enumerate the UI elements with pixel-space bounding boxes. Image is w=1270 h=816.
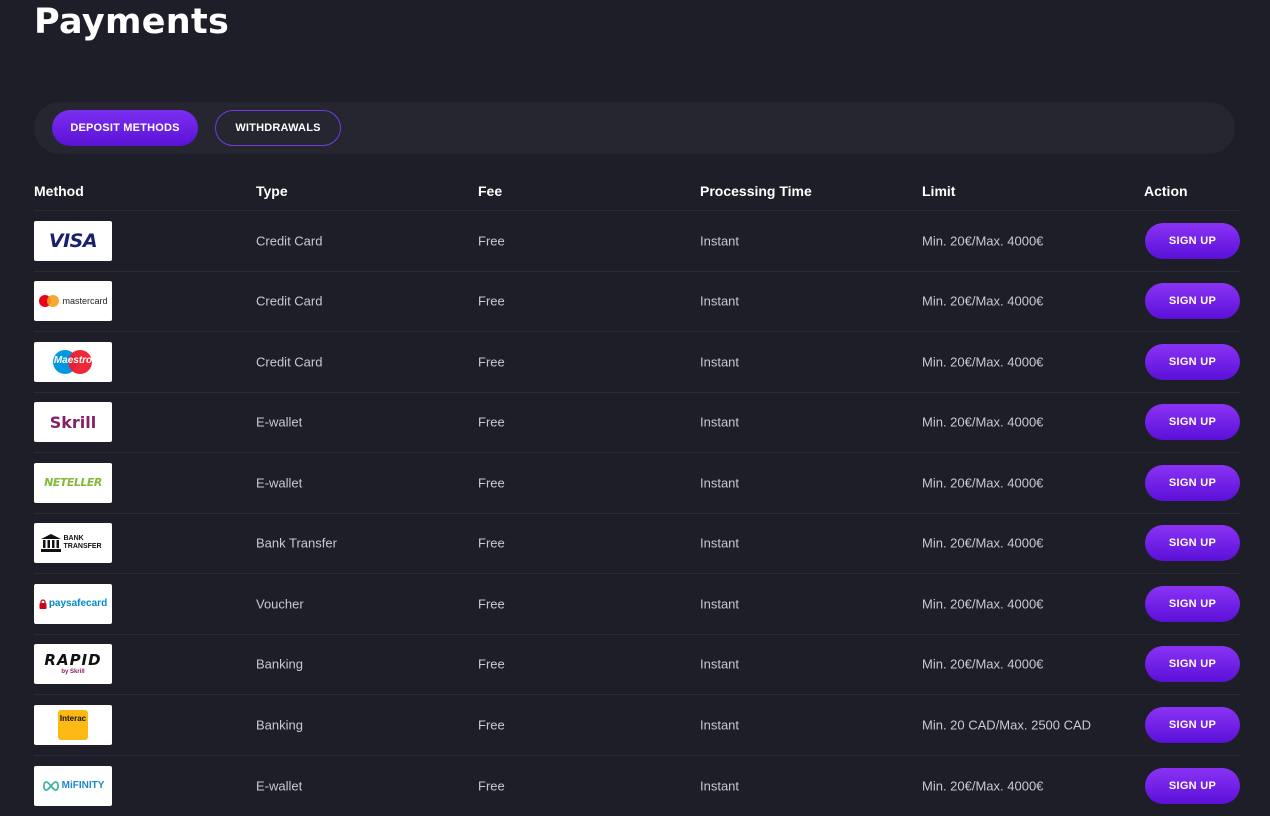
header-limit: Limit [922, 183, 955, 199]
mastercard-logo-text: mastercard [62, 296, 107, 306]
neteller-logo-text: NETELLER [44, 476, 102, 489]
table-row: MiFINITY E-wallet Free Instant Min. 20€/… [34, 756, 1240, 816]
tab-withdrawals[interactable]: WITHDRAWALS [215, 110, 341, 146]
time-cell: Instant [700, 415, 739, 430]
sign-up-button[interactable]: SIGN UP [1145, 768, 1240, 804]
fee-cell: Free [478, 717, 505, 732]
maestro-circles-icon: Maestro [53, 349, 93, 375]
time-cell: Instant [700, 233, 739, 248]
sign-up-button[interactable]: SIGN UP [1145, 586, 1240, 622]
fee-cell: Free [478, 415, 505, 430]
time-cell: Instant [700, 354, 739, 369]
limit-cell: Min. 20€/Max. 4000€ [922, 233, 1043, 248]
fee-cell: Free [478, 778, 505, 793]
sign-up-button[interactable]: SIGN UP [1145, 465, 1240, 501]
type-cell: E-wallet [256, 415, 302, 430]
type-cell: E-wallet [256, 475, 302, 490]
lock-icon [39, 599, 47, 609]
table-row: VISA Credit Card Free Instant Min. 20€/M… [34, 211, 1240, 272]
limit-cell: Min. 20€/Max. 4000€ [922, 354, 1043, 369]
table-row: paysafecard Voucher Free Instant Min. 20… [34, 574, 1240, 635]
mastercard-logo: mastercard [34, 281, 112, 321]
rapid-logo: RAPID by Skrill [34, 644, 112, 684]
header-method: Method [34, 183, 84, 199]
limit-cell: Min. 20€/Max. 4000€ [922, 415, 1043, 430]
limit-cell: Min. 20€/Max. 4000€ [922, 475, 1043, 490]
bank-transfer-logo-text: BANK TRANSFER [64, 535, 106, 551]
rapid-logo-text: RAPID [44, 653, 101, 668]
sign-up-button[interactable]: SIGN UP [1145, 707, 1240, 743]
mastercard-circles-icon [38, 294, 60, 308]
fee-cell: Free [478, 536, 505, 551]
header-processing-time: Processing Time [700, 183, 812, 199]
paysafecard-logo: paysafecard [34, 584, 112, 624]
fee-cell: Free [478, 233, 505, 248]
table-row: Skrill E-wallet Free Instant Min. 20€/Ma… [34, 393, 1240, 454]
time-cell: Instant [700, 717, 739, 732]
table-row: Maestro Credit Card Free Instant Min. 20… [34, 332, 1240, 393]
fee-cell: Free [478, 354, 505, 369]
table-row: mastercard Credit Card Free Instant Min.… [34, 272, 1240, 333]
sign-up-button[interactable]: SIGN UP [1145, 344, 1240, 380]
maestro-logo: Maestro [34, 342, 112, 382]
limit-cell: Min. 20€/Max. 4000€ [922, 294, 1043, 309]
type-cell: Voucher [256, 596, 304, 611]
rapid-logo-subtext: by Skrill [61, 668, 84, 676]
time-cell: Instant [700, 475, 739, 490]
payment-tabs: DEPOSIT METHODS WITHDRAWALS [34, 102, 1235, 154]
interac-badge: Interac [58, 710, 88, 740]
sign-up-button[interactable]: SIGN UP [1145, 283, 1240, 319]
type-cell: E-wallet [256, 778, 302, 793]
header-type: Type [256, 183, 288, 199]
sign-up-button[interactable]: SIGN UP [1145, 525, 1240, 561]
header-action: Action [1144, 183, 1188, 199]
skrill-logo-text: Skrill [50, 413, 97, 432]
tab-deposit-methods[interactable]: DEPOSIT METHODS [52, 110, 198, 146]
visa-logo-text: VISA [49, 230, 97, 252]
paysafecard-logo-text: paysafecard [49, 598, 107, 609]
mifinity-logo: MiFINITY [34, 766, 112, 806]
maestro-logo-text: Maestro [53, 355, 93, 366]
limit-cell: Min. 20€/Max. 4000€ [922, 596, 1043, 611]
visa-logo: VISA [34, 221, 112, 261]
time-cell: Instant [700, 596, 739, 611]
time-cell: Instant [700, 294, 739, 309]
bank-icon [41, 534, 61, 552]
interac-logo: Interac [34, 705, 112, 745]
type-cell: Credit Card [256, 354, 322, 369]
type-cell: Credit Card [256, 233, 322, 248]
limit-cell: Min. 20 CAD/Max. 2500 CAD [922, 717, 1091, 732]
table-header: Method Type Fee Processing Time Limit Ac… [34, 170, 1240, 211]
neteller-logo: NETELLER [34, 463, 112, 503]
page-title: Payments [34, 2, 229, 42]
type-cell: Banking [256, 717, 303, 732]
payments-table: Method Type Fee Processing Time Limit Ac… [34, 170, 1240, 816]
infinity-icon [42, 781, 60, 791]
type-cell: Banking [256, 657, 303, 672]
fee-cell: Free [478, 294, 505, 309]
type-cell: Bank Transfer [256, 536, 337, 551]
limit-cell: Min. 20€/Max. 4000€ [922, 778, 1043, 793]
fee-cell: Free [478, 657, 505, 672]
time-cell: Instant [700, 778, 739, 793]
table-row: NETELLER E-wallet Free Instant Min. 20€/… [34, 453, 1240, 514]
table-row: RAPID by Skrill Banking Free Instant Min… [34, 635, 1240, 696]
fee-cell: Free [478, 475, 505, 490]
type-cell: Credit Card [256, 294, 322, 309]
mifinity-logo-text: MiFINITY [62, 780, 105, 791]
sign-up-button[interactable]: SIGN UP [1145, 404, 1240, 440]
interac-logo-text: Interac [60, 714, 86, 723]
sign-up-button[interactable]: SIGN UP [1145, 646, 1240, 682]
limit-cell: Min. 20€/Max. 4000€ [922, 536, 1043, 551]
sign-up-button[interactable]: SIGN UP [1145, 223, 1240, 259]
header-fee: Fee [478, 183, 502, 199]
time-cell: Instant [700, 657, 739, 672]
skrill-logo: Skrill [34, 402, 112, 442]
bank-transfer-logo: BANK TRANSFER [34, 523, 112, 563]
limit-cell: Min. 20€/Max. 4000€ [922, 657, 1043, 672]
time-cell: Instant [700, 536, 739, 551]
fee-cell: Free [478, 596, 505, 611]
table-row: BANK TRANSFER Bank Transfer Free Instant… [34, 514, 1240, 575]
table-row: Interac Banking Free Instant Min. 20 CAD… [34, 695, 1240, 756]
